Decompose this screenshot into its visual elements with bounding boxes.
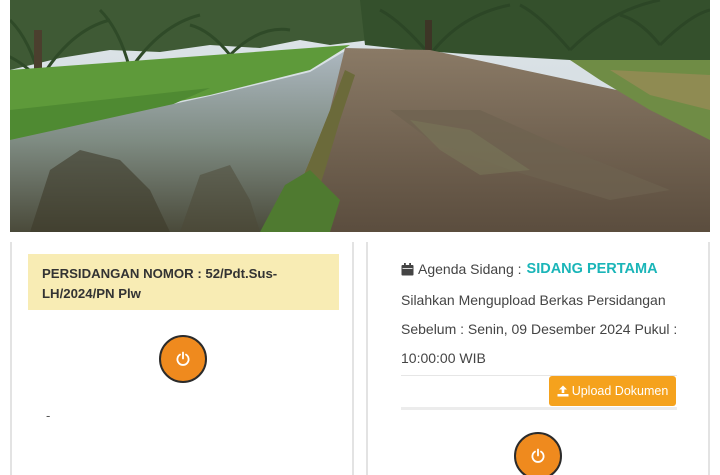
calendar-icon xyxy=(401,262,414,275)
agenda-line: Agenda Sidang : SIDANG PERTAMA xyxy=(401,261,658,277)
upload-button-label: Upload Dokumen xyxy=(571,384,669,398)
power-button[interactable] xyxy=(514,432,562,475)
info-line-2: Sebelum : Senin, 09 Desember 2024 Pukul … xyxy=(401,321,678,337)
canal-plantation-image xyxy=(10,0,710,232)
divider xyxy=(401,407,677,410)
case-number-box: PERSIDANGAN NOMOR : 52/Pdt.Sus-LH/2024/P… xyxy=(28,254,339,310)
hero-photo xyxy=(10,0,710,232)
agenda-card: Agenda Sidang : SIDANG PERTAMA Silahkan … xyxy=(366,242,710,475)
info-line-1: Silahkan Mengupload Berkas Persidangan xyxy=(401,292,666,308)
power-icon xyxy=(176,351,190,366)
agenda-label: Agenda Sidang : xyxy=(418,261,522,277)
agenda-value: SIDANG PERTAMA xyxy=(526,261,658,277)
case-card: PERSIDANGAN NOMOR : 52/Pdt.Sus-LH/2024/P… xyxy=(10,242,354,475)
power-button[interactable] xyxy=(159,335,207,383)
case-note: - xyxy=(46,408,51,423)
upload-document-button[interactable]: Upload Dokumen xyxy=(549,376,676,406)
case-number-title: PERSIDANGAN NOMOR : 52/Pdt.Sus-LH/2024/P… xyxy=(42,266,278,301)
upload-instructions: Silahkan Mengupload Berkas Persidangan S… xyxy=(401,286,701,373)
power-icon xyxy=(531,448,545,463)
info-line-3: 10:00:00 WIB xyxy=(401,350,486,366)
upload-icon xyxy=(557,385,569,397)
